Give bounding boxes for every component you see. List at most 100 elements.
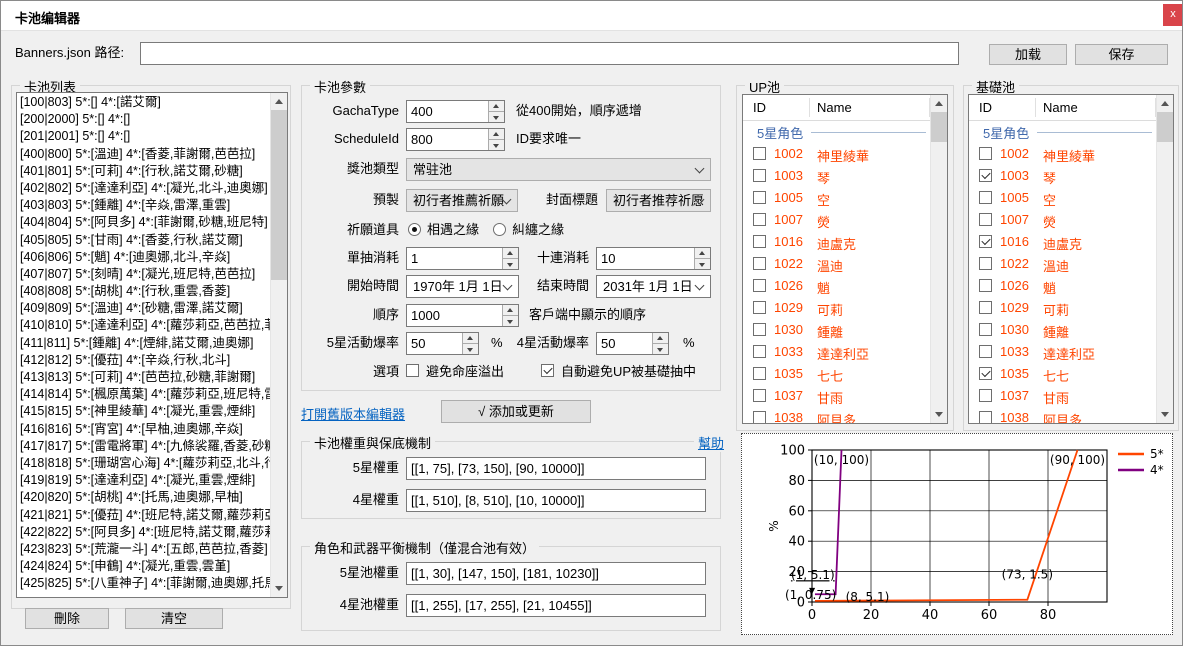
list-item[interactable]: [418|818] 5*:[珊瑚宮心海] 4*:[蘿莎莉亞,北斗,行秋] [17,455,270,472]
ten-cost-spinner[interactable] [596,247,711,270]
clear-button[interactable]: 清空 [125,608,223,629]
pool-row[interactable]: 1037甘雨 [743,385,930,407]
checkbox-unchecked-icon[interactable] [979,301,992,314]
pool-weight4-input[interactable] [407,595,705,616]
end-time-picker[interactable]: 2031年 1月 1日 [596,275,711,298]
scroll-down-icon[interactable] [271,580,287,597]
checkbox-unchecked-icon[interactable] [753,411,766,423]
spin-down-icon[interactable] [653,344,668,354]
pool-row[interactable]: 1038阿貝多 [743,407,930,423]
radio-intertwined-fate[interactable] [493,223,506,236]
list-item[interactable]: [411|811] 5*:[鍾離] 4*:[煙緋,諾艾爾,迪奧娜] [17,335,270,352]
pool-row[interactable]: 1033達達利亞 [969,341,1156,363]
list-item[interactable]: [100|803] 5*:[] 4*:[諾艾爾] [17,94,270,111]
scroll-thumb[interactable] [931,112,947,142]
list-item[interactable]: [401|801] 5*:[可莉] 4*:[行秋,諾艾爾,砂糖] [17,163,270,180]
weight5-box[interactable] [406,457,706,480]
checkbox-unchecked-icon[interactable] [753,323,766,336]
list-item[interactable]: [405|805] 5*:[甘雨] 4*:[香菱,行秋,諾艾爾] [17,232,270,249]
checkbox-checked-icon[interactable] [979,367,992,380]
spin-down-icon[interactable] [695,259,710,269]
list-item[interactable]: [423|823] 5*:[荒瀧一斗] 4*:[五郎,芭芭拉,香菱] [17,541,270,558]
checkbox-checked-icon[interactable] [979,169,992,182]
path-input[interactable] [141,43,958,64]
pool-row[interactable]: 1016迪盧克 [743,231,930,253]
list-item[interactable]: [400|800] 5*:[溫迪] 4*:[香菱,菲謝爾,芭芭拉] [17,146,270,163]
checkbox-unchecked-icon[interactable] [753,147,766,160]
pool-row[interactable]: 1005空 [969,187,1156,209]
pool-row[interactable]: 1037甘雨 [969,385,1156,407]
pooltype-combo[interactable]: 常驻池 [406,158,711,181]
spin-up-icon[interactable] [489,101,504,112]
pool-weight5-input[interactable] [407,563,705,584]
list-item[interactable]: [200|2000] 5*:[] 4*:[] [17,111,270,128]
rate4-spinner[interactable] [596,332,669,355]
checkbox-unchecked-icon[interactable] [753,279,766,292]
pool-row[interactable]: 1038阿貝多 [969,407,1156,423]
pool-row[interactable]: 1035七七 [969,363,1156,385]
pool-row[interactable]: 1007熒 [743,209,930,231]
checkbox-unchecked-icon[interactable] [753,367,766,380]
gachatype-input[interactable] [407,101,488,122]
list-item[interactable]: [413|813] 5*:[可莉] 4*:[芭芭拉,砂糖,菲謝爾] [17,369,270,386]
checkbox-unchecked-icon[interactable] [753,169,766,182]
pool-row[interactable]: 1003琴 [969,165,1156,187]
list-item[interactable]: [419|819] 5*:[達達利亞] 4*:[凝光,重雲,煙緋] [17,472,270,489]
pool-row[interactable]: 1022溫迪 [969,253,1156,275]
weight4-box[interactable] [406,489,706,512]
list-item[interactable]: [424|824] 5*:[申鶴] 4*:[凝光,重雲,雲堇] [17,558,270,575]
checkbox-unchecked-icon[interactable] [979,257,992,270]
spin-up-icon[interactable] [653,333,668,344]
path-textbox[interactable] [140,42,959,65]
save-button[interactable]: 保存 [1075,44,1168,65]
checkbox-unchecked-icon[interactable] [979,191,992,204]
pool-row[interactable]: 1035七七 [743,363,930,385]
checkbox-unchecked-icon[interactable] [753,301,766,314]
scroll-down-icon[interactable] [1157,406,1173,423]
open-old-editor-link[interactable]: 打開舊版本編輯器 [301,404,405,423]
gachatype-spinner[interactable] [406,100,505,123]
pool-row[interactable]: 1029可莉 [969,297,1156,319]
list-item[interactable]: [412|812] 5*:[優菈] 4*:[辛焱,行秋,北斗] [17,352,270,369]
rate5-input[interactable] [407,333,462,354]
delete-button[interactable]: 刪除 [25,608,109,629]
list-item[interactable]: [421|821] 5*:[優菈] 4*:[班尼特,諾艾爾,蘿莎莉亞] [17,507,270,524]
scroll-up-icon[interactable] [271,93,287,110]
checkbox-checked-icon[interactable] [979,235,992,248]
list-item[interactable]: [407|807] 5*:[刻晴] 4*:[凝光,班尼特,芭芭拉] [17,266,270,283]
checkbox-unchecked-icon[interactable] [753,389,766,402]
radio-encounter-fate[interactable] [408,223,421,236]
pool-listbox[interactable]: [100|803] 5*:[] 4*:[諾艾爾][200|2000] 5*:[]… [16,92,288,598]
scroll-thumb[interactable] [1157,112,1173,142]
cover-combo[interactable]: 初行者推荐祈愿 [606,189,711,212]
spin-up-icon[interactable] [503,305,518,316]
checkbox-unchecked-icon[interactable] [753,191,766,204]
list-item[interactable]: [414|814] 5*:[楓原萬葉] 4*:[蘿莎莉亞,班尼特,雷澤] [17,386,270,403]
checkbox-unchecked-icon[interactable] [979,279,992,292]
checkbox-unchecked-icon[interactable] [979,389,992,402]
list-item[interactable]: [410|810] 5*:[達達利亞] 4*:[蘿莎莉亞,芭芭拉,菲謝爾] [17,317,270,334]
base-pool-list[interactable]: ID Name 5星角色 1002神里綾華1003琴1005空1007熒1016… [968,94,1174,424]
checkbox-unchecked-icon[interactable] [753,235,766,248]
pool-weight5-box[interactable] [406,562,706,585]
help-link[interactable]: 幫助 [694,433,728,452]
pool-list-scrollbar[interactable] [270,93,287,597]
spin-up-icon[interactable] [463,333,478,344]
rate4-input[interactable] [597,333,652,354]
spin-down-icon[interactable] [489,140,504,150]
list-item[interactable]: [402|802] 5*:[達達利亞] 4*:[凝光,北斗,迪奧娜] [17,180,270,197]
pool-row[interactable]: 1003琴 [743,165,930,187]
list-item[interactable]: [417|817] 5*:[雷電將軍] 4*:[九條裟羅,香菱,砂糖] [17,438,270,455]
list-item[interactable]: [408|808] 5*:[胡桃] 4*:[行秋,重雲,香菱] [17,283,270,300]
pool-row[interactable]: 1007熒 [969,209,1156,231]
spin-down-icon[interactable] [503,316,518,326]
pool-weight4-box[interactable] [406,594,706,617]
weight4-input[interactable] [407,490,705,511]
checkbox-unchecked-icon[interactable] [979,323,992,336]
list-item[interactable]: [201|2001] 5*:[] 4*:[] [17,128,270,145]
list-item[interactable]: [425|825] 5*:[八重神子] 4*:[菲謝爾,迪奧娜,托馬] [17,575,270,592]
checkbox-unchecked-icon[interactable] [979,147,992,160]
pool-row[interactable]: 1033達達利亞 [743,341,930,363]
list-item[interactable]: [406|806] 5*:[魈] 4*:[迪奧娜,北斗,辛焱] [17,249,270,266]
checkbox-unchecked-icon[interactable] [753,213,766,226]
